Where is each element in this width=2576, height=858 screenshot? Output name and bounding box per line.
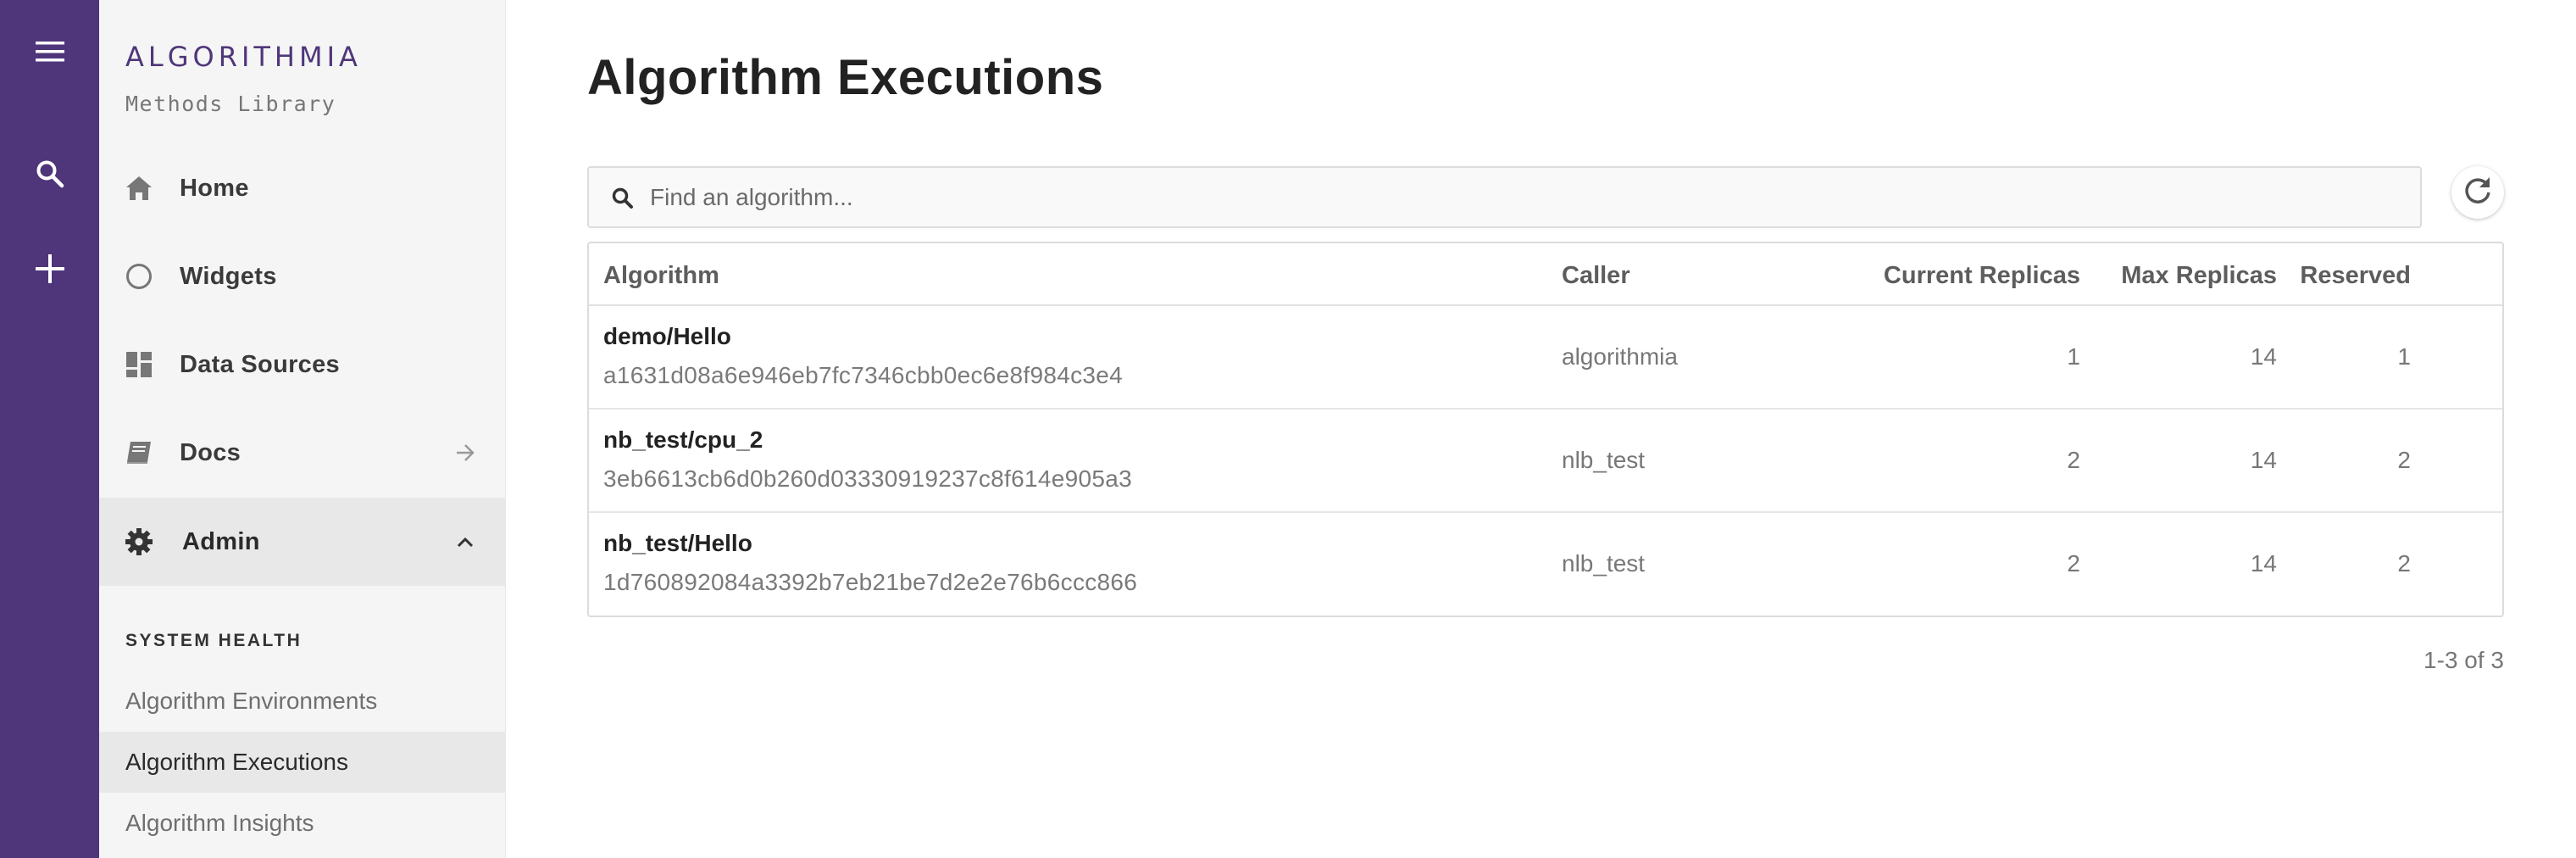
sidebar-subitem-label: Algorithm Environments [125,688,378,714]
caller-cell: algorithmia [1562,343,1678,370]
left-rail [0,0,99,858]
algorithm-name[interactable]: demo/Hello [603,323,731,350]
column-header-algorithm[interactable]: Algorithm [603,262,719,290]
column-header-current-replicas[interactable]: Current Replicas [1826,262,2080,290]
column-header-reserved[interactable]: Reserved [2284,262,2411,290]
reserved-cell: 1 [2397,343,2411,370]
search-input[interactable] [650,168,2404,226]
sidebar-item-label: Docs [180,438,242,466]
search-box [587,166,2422,228]
max-replicas-cell: 14 [2250,550,2277,577]
algorithm-hash: 1d760892084a3392b7eb21be7d2e2e76b6ccc866 [603,569,1138,595]
current-replicas-cell: 1 [2067,343,2080,370]
table-header: Algorithm Caller Current Replicas Max Re… [589,243,2502,306]
sidebar-item-label: Widgets [180,262,277,290]
refresh-button[interactable] [2451,166,2504,219]
sidebar-item-home[interactable]: Home [99,144,506,232]
section-title-system-health: SYSTEM HEALTH [125,631,303,650]
refresh-icon [2462,175,2494,211]
arrow-right-icon [453,441,477,465]
circle-icon [124,261,154,292]
caller-cell: nlb_test [1562,550,1646,577]
search-icon[interactable] [0,154,99,193]
gear-icon [124,526,154,557]
sidebar-subitem-algorithm-executions[interactable]: Algorithm Executions [99,732,506,793]
sidebar-subitem-label: Algorithm Insights [125,810,314,836]
max-replicas-cell: 14 [2250,447,2277,473]
sidebar-subitem-algorithm-insights[interactable]: Algorithm Insights [99,793,506,854]
logo[interactable]: ALGORITHMIA [125,41,362,73]
algorithm-hash: a1631d08a6e946eb7fc7346cbb0ec6e8f984c3e4 [603,362,1124,388]
sidebar-subitem-label: Algorithm Executions [125,749,349,775]
table-row[interactable]: demo/Hello a1631d08a6e946eb7fc7346cbb0ec… [589,306,2502,410]
algorithm-name[interactable]: nb_test/Hello [603,530,752,557]
reserved-cell: 2 [2397,447,2411,473]
pagination-info: 1-3 of 3 [2423,647,2504,673]
current-replicas-cell: 2 [2067,550,2080,577]
dashboard-icon [124,349,154,380]
column-header-caller[interactable]: Caller [1562,262,1630,290]
table-row[interactable]: nb_test/Hello 1d760892084a3392b7eb21be7d… [589,513,2502,616]
sidebar-item-widgets[interactable]: Widgets [99,232,506,320]
executions-table: Algorithm Caller Current Replicas Max Re… [587,242,2504,617]
sidebar-item-admin[interactable]: Admin [99,498,506,586]
sidebar-item-label: Admin [182,527,260,555]
caller-cell: nlb_test [1562,447,1646,473]
chevron-up-icon [453,530,477,554]
sidebar-item-docs[interactable]: Docs [99,409,506,497]
plus-icon[interactable] [0,249,99,288]
reserved-cell: 2 [2397,550,2411,577]
max-replicas-cell: 14 [2250,343,2277,370]
column-header-max-replicas[interactable]: Max Replicas [2080,262,2277,290]
algorithm-name[interactable]: nb_test/cpu_2 [603,426,763,454]
logo-subtitle: Methods Library [125,92,336,116]
sidebar-item-label: Home [180,174,249,202]
book-icon [124,437,154,468]
table-row[interactable]: nb_test/cpu_2 3eb6613cb6d0b260d033309192… [589,410,2502,513]
current-replicas-cell: 2 [2067,447,2080,473]
sidebar-item-label: Data Sources [180,350,340,378]
sidebar-item-data-sources[interactable]: Data Sources [99,320,506,409]
home-icon [124,173,154,203]
sidebar-subitem-algorithm-environments[interactable]: Algorithm Environments [99,671,506,732]
menu-icon[interactable] [0,32,99,71]
algorithm-hash: 3eb6613cb6d0b260d03330919237c8f614e905a3 [603,465,1132,492]
sidebar: ALGORITHMIA Methods Library Home Widgets… [99,0,506,858]
search-icon [609,185,636,212]
page-title: Algorithm Executions [587,50,1104,105]
